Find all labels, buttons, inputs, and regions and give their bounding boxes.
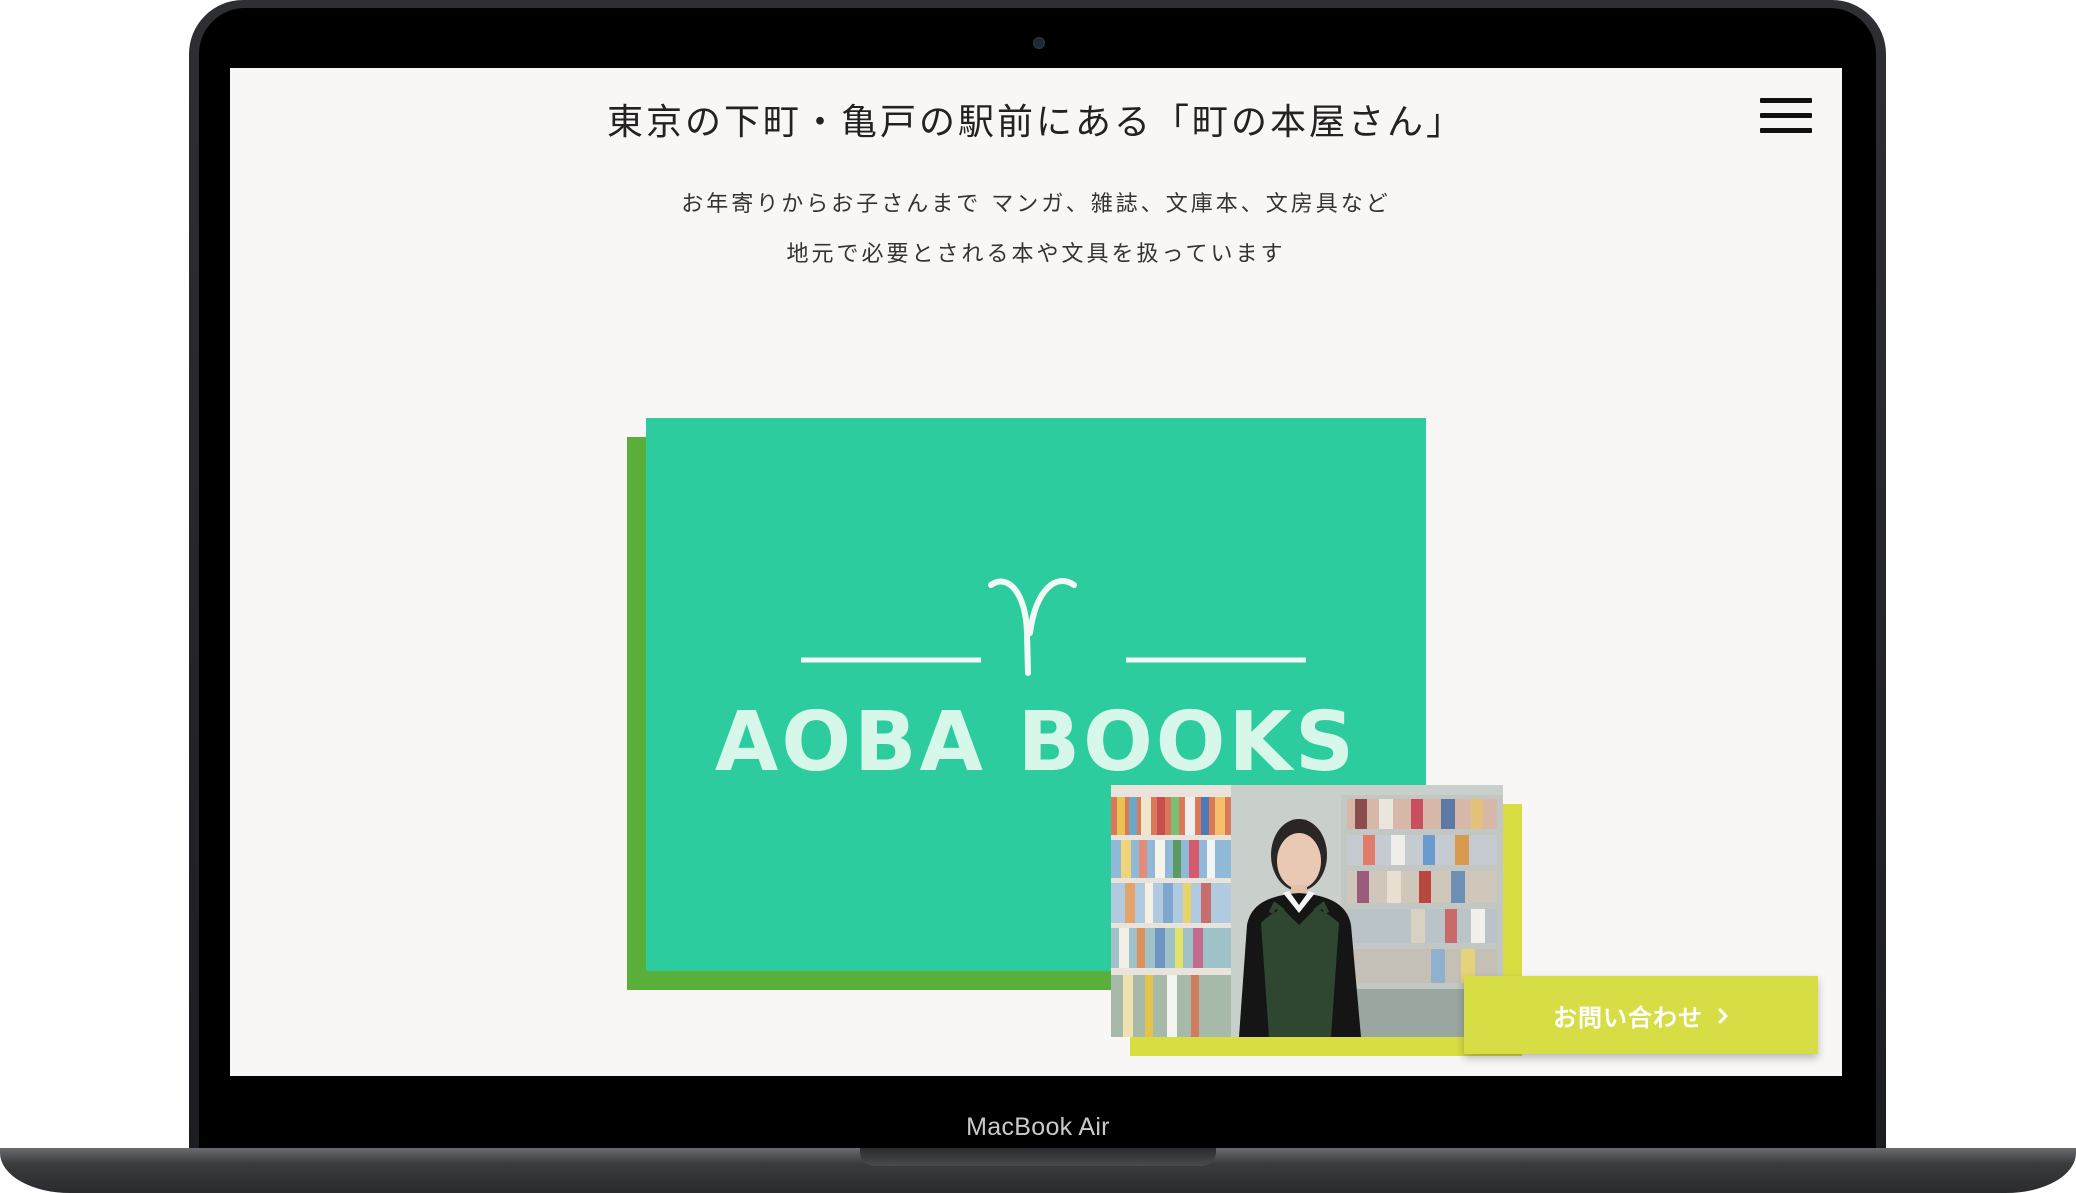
bookstore-staff-photo — [1111, 785, 1503, 1037]
laptop-hinge-notch — [860, 1148, 1216, 1166]
hamburger-menu-icon[interactable] — [1760, 98, 1812, 134]
bookshelf-image — [1111, 785, 1503, 1037]
device-label: MacBook Air — [966, 1113, 1110, 1141]
chevron-right-icon — [1718, 1008, 1728, 1024]
intro-line-2: 地元で必要とされる本や文具を扱っています — [786, 242, 1286, 267]
contact-button-label: お問い合わせ — [1553, 1003, 1703, 1032]
page-headline: 東京の下町・亀戸の駅前にある「町の本屋さん」 — [606, 102, 1465, 143]
contact-button[interactable]: お問い合わせ — [1464, 976, 1818, 1054]
website-screen: 東京の下町・亀戸の駅前にある「町の本屋さん」 お年寄りからお子さんまで マンガ、… — [230, 68, 1842, 1076]
logo-wordmark: AOBA BOOKS — [714, 695, 1358, 790]
intro-line-1: お年寄りからお子さんまで マンガ、雑誌、文庫本、文房具など — [681, 192, 1391, 217]
webcam-icon — [1033, 37, 1045, 49]
